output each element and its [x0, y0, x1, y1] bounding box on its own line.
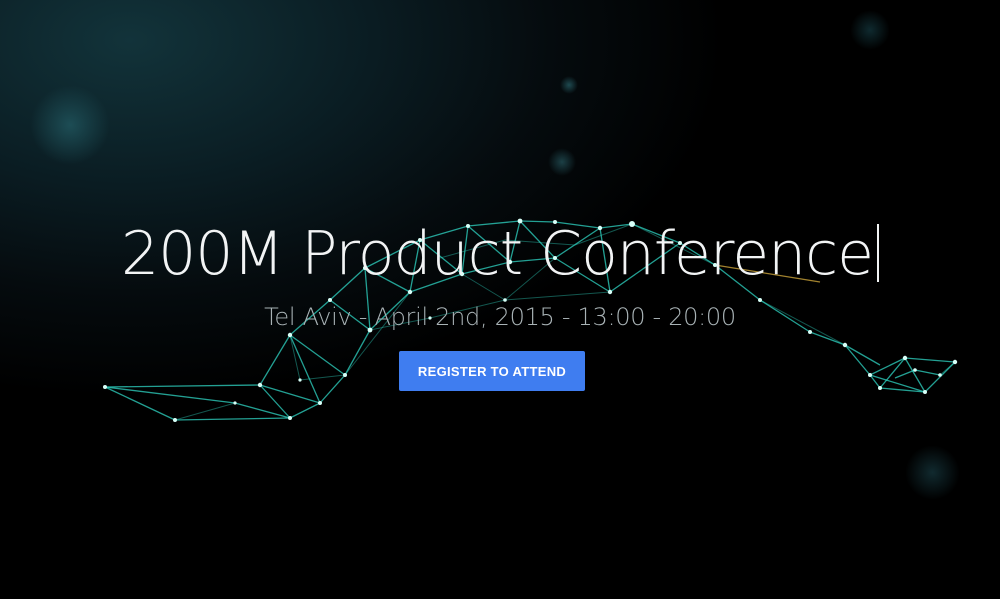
network-graphic	[103, 218, 958, 422]
event-details: Tel Aviv - April 2nd, 2015 - 13:00 - 20:…	[264, 303, 736, 331]
hero-section: 200M Product Conference Tel Aviv - April…	[0, 0, 1000, 599]
typing-cursor	[877, 224, 880, 282]
conference-title: 200M Product Conference	[0, 214, 1000, 294]
conference-title-text: 200M Product Conference	[120, 219, 874, 289]
register-button[interactable]: REGISTER TO ATTEND	[399, 351, 585, 391]
